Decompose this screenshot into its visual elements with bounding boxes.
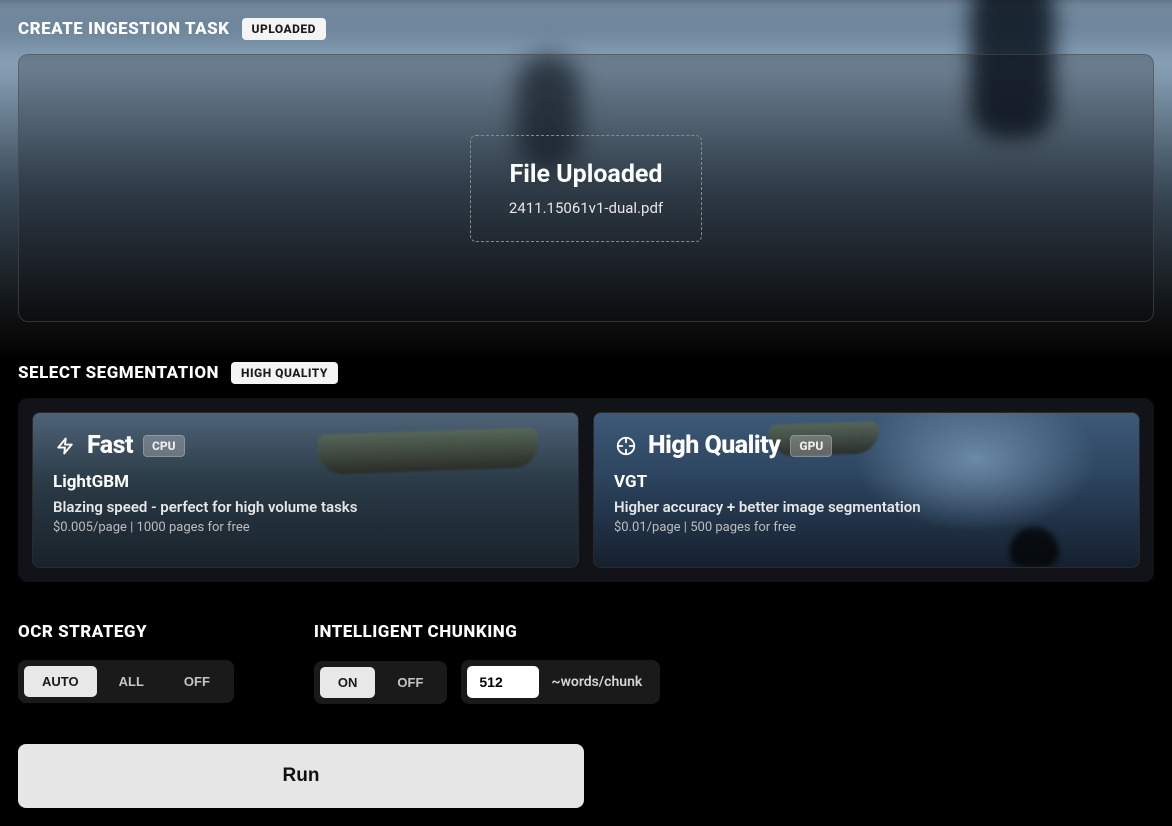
segmentation-fast-subtitle: LightGBM <box>53 472 558 492</box>
cpu-chip: CPU <box>143 435 185 457</box>
segmentation-panel: Fast CPU LightGBM Blazing speed - perfec… <box>18 398 1154 582</box>
upload-panel[interactable]: File Uploaded 2411.15061v1-dual.pdf <box>18 54 1154 322</box>
chunking-toggle: ON OFF <box>314 661 448 704</box>
chunk-size-wrap: ~words/chunk <box>461 660 660 704</box>
segmentation-hq-description: Higher accuracy + better image segmentat… <box>614 498 1119 516</box>
upload-drop-zone[interactable]: File Uploaded 2411.15061v1-dual.pdf <box>470 135 702 242</box>
chunking-option-on[interactable]: ON <box>320 667 376 698</box>
chunking-option-off[interactable]: OFF <box>379 667 441 698</box>
ocr-option-off[interactable]: OFF <box>166 666 228 697</box>
segmentation-fast-description: Blazing speed - perfect for high volume … <box>53 498 558 516</box>
upload-heading: File Uploaded <box>509 160 663 189</box>
ocr-title: OCR STRATEGY <box>18 622 234 642</box>
ocr-option-all[interactable]: ALL <box>101 666 162 697</box>
gpu-chip: GPU <box>790 435 832 457</box>
segmentation-fast-price: $0.005/page | 1000 pages for free <box>53 520 558 535</box>
upload-filename: 2411.15061v1-dual.pdf <box>509 199 663 217</box>
ocr-option-auto[interactable]: AUTO <box>24 666 97 697</box>
create-title: CREATE INGESTION TASK <box>18 19 230 39</box>
segmentation-header: SELECT SEGMENTATION HIGH QUALITY <box>18 362 1154 384</box>
chunking-group: INTELLIGENT CHUNKING ON OFF ~words/chunk <box>314 622 660 704</box>
uploaded-badge: UPLOADED <box>242 18 326 40</box>
segmentation-hq-subtitle: VGT <box>614 472 1119 492</box>
chunk-size-suffix: ~words/chunk <box>551 674 654 690</box>
run-button[interactable]: Run <box>18 744 584 808</box>
target-icon <box>614 434 638 458</box>
create-header: CREATE INGESTION TASK UPLOADED <box>18 18 1154 40</box>
segmentation-badge: HIGH QUALITY <box>231 362 338 384</box>
segmentation-title: SELECT SEGMENTATION <box>18 363 219 383</box>
segmentation-fast-title: Fast <box>87 431 133 460</box>
segmentation-hq-title: High Quality <box>648 431 780 460</box>
ocr-toggle: AUTO ALL OFF <box>18 660 234 703</box>
segmentation-card-high-quality[interactable]: High Quality GPU VGT Higher accuracy + b… <box>593 412 1140 568</box>
segmentation-card-fast[interactable]: Fast CPU LightGBM Blazing speed - perfec… <box>32 412 579 568</box>
lightning-icon <box>53 434 77 458</box>
segmentation-hq-price: $0.01/page | 500 pages for free <box>614 520 1119 535</box>
chunking-title: INTELLIGENT CHUNKING <box>314 622 660 642</box>
ocr-strategy-group: OCR STRATEGY AUTO ALL OFF <box>18 622 234 704</box>
chunk-size-input[interactable] <box>467 666 539 698</box>
